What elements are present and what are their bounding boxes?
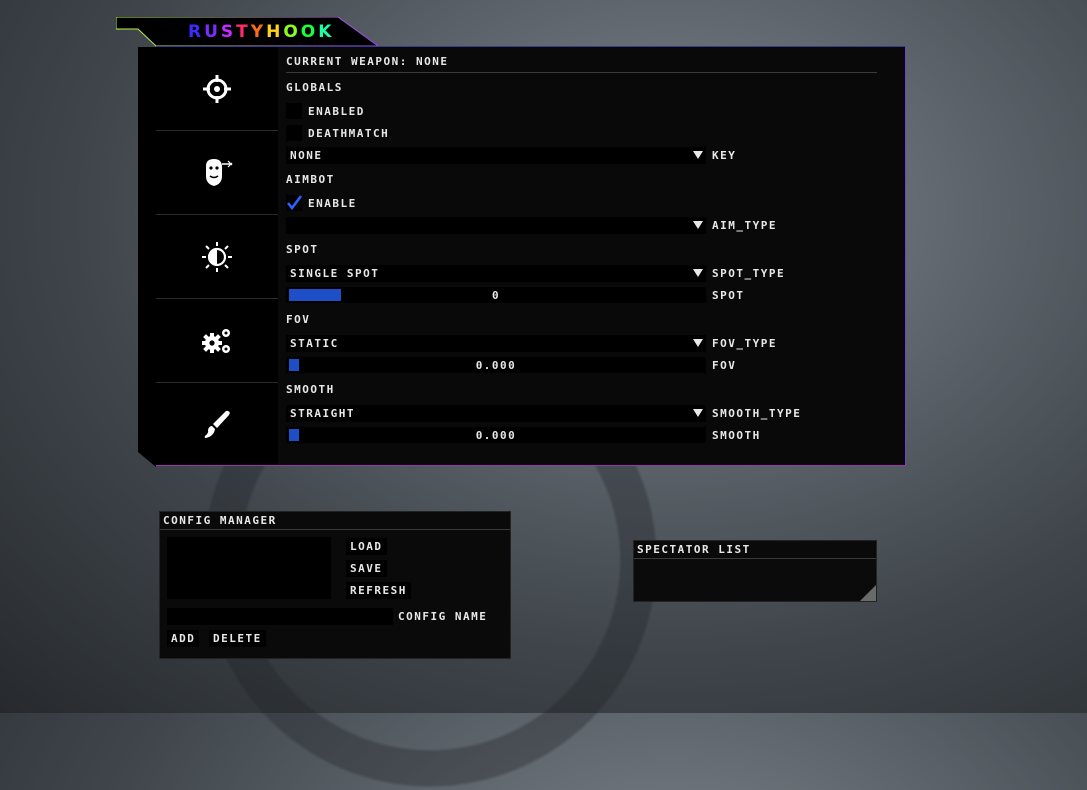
spot-slider-label: Spot: [712, 289, 745, 302]
brand-letter: U: [204, 22, 221, 42]
spot-type-dropdown[interactable]: Single spot: [286, 265, 706, 282]
fov-slider-label: Fov: [712, 359, 737, 372]
chevron-down-icon: [693, 409, 703, 417]
brand-letter: T: [236, 22, 251, 42]
sidebar-tab-triggerbot[interactable]: [156, 131, 278, 215]
aim-type-dropdown[interactable]: [286, 217, 706, 234]
enabled-checkbox[interactable]: [286, 103, 302, 119]
left-bevel: [138, 47, 156, 467]
key-dropdown[interactable]: None: [286, 147, 706, 164]
smooth-type-dropdown[interactable]: Straight: [286, 405, 706, 422]
add-button[interactable]: Add: [167, 630, 200, 647]
crosshair-icon: [203, 74, 231, 103]
spectator-list-body: [634, 559, 876, 601]
brand-letter: H: [266, 22, 284, 42]
checkmark-icon: [286, 195, 302, 211]
brand-letter: S: [220, 22, 237, 42]
spot-slider-value: 0: [491, 289, 501, 302]
section-globals: Globals: [286, 81, 343, 94]
aimbot-enable-row[interactable]: Enable: [286, 195, 357, 211]
sidebar-tab-skins[interactable]: [156, 383, 278, 466]
spot-slider[interactable]: 0: [286, 287, 706, 303]
config-manager-panel: Config manager Load Save Refresh Config …: [159, 511, 511, 659]
spectator-list-panel: Spectator list: [633, 540, 877, 602]
section-aimbot: Aimbot: [286, 173, 335, 186]
section-spot: Spot: [286, 243, 319, 256]
aimbot-enable-checkbox[interactable]: [286, 195, 302, 211]
brand-letter: O: [283, 22, 301, 42]
smooth-type-value: Straight: [290, 407, 355, 420]
sidebar-tab-visuals[interactable]: [156, 215, 278, 299]
brand-letter: O: [300, 22, 319, 42]
fov-type-label: fov_type: [712, 337, 777, 350]
sidebar-tab-misc[interactable]: [156, 299, 278, 383]
brightness-icon: [202, 241, 232, 272]
config-name-input[interactable]: [167, 608, 393, 625]
brand-logo: RUSTYHOOK: [188, 22, 334, 42]
smooth-slider-label: Smooth: [712, 429, 761, 442]
enabled-label: Enabled: [308, 104, 365, 118]
main-window: Current weapon: none Globals Enabled Dea…: [156, 46, 906, 466]
spot-type-value: Single spot: [290, 267, 380, 280]
chevron-down-icon: [693, 269, 703, 277]
delete-button[interactable]: Delete: [209, 630, 266, 647]
fov-slider-value: 0.000: [475, 359, 517, 372]
paintbrush-icon: [204, 410, 230, 438]
sidebar-tab-aim[interactable]: [156, 47, 278, 131]
fov-type-value: Static: [290, 337, 339, 350]
fov-slider[interactable]: 0.000: [286, 357, 706, 373]
spot-type-label: spot_type: [712, 267, 786, 280]
section-fov: Fov: [286, 313, 311, 326]
key-dropdown-value: None: [290, 149, 323, 162]
current-weapon-label: Current weapon: none: [286, 55, 877, 73]
brand-letter: Y: [250, 22, 267, 42]
fov-type-dropdown[interactable]: Static: [286, 335, 706, 352]
refresh-button[interactable]: Refresh: [346, 582, 411, 599]
head-target-icon: [206, 158, 233, 186]
chevron-down-icon: [693, 339, 703, 347]
deathmatch-label: Deathmatch: [308, 126, 390, 140]
smooth-slider[interactable]: 0.000: [286, 427, 706, 443]
sidebar: [156, 47, 278, 465]
config-manager-title: Config manager: [160, 512, 510, 530]
chevron-down-icon: [693, 221, 703, 229]
chevron-down-icon: [693, 151, 703, 159]
brand-letter: R: [188, 22, 205, 42]
load-button[interactable]: Load: [346, 538, 387, 555]
smooth-slider-value: 0.000: [475, 429, 517, 442]
gears-icon: [202, 328, 230, 353]
deathmatch-row[interactable]: Deathmatch: [286, 125, 389, 141]
aimbot-enable-label: Enable: [308, 196, 357, 210]
deathmatch-checkbox[interactable]: [286, 125, 302, 141]
key-label: Key: [712, 149, 737, 162]
enabled-row[interactable]: Enabled: [286, 103, 365, 119]
save-button[interactable]: Save: [346, 560, 387, 577]
menu-header-tab: RUSTYHOOK: [116, 17, 378, 47]
config-name-label: Config name: [398, 610, 488, 623]
section-smooth: Smooth: [286, 383, 335, 396]
spectator-list-title: Spectator list: [634, 541, 876, 559]
smooth-type-label: smooth_type: [712, 407, 802, 420]
aim-type-label: aim_type: [712, 219, 777, 232]
resize-handle-icon[interactable]: [860, 585, 876, 601]
brand-letter: K: [318, 22, 335, 42]
config-list[interactable]: [167, 537, 331, 599]
